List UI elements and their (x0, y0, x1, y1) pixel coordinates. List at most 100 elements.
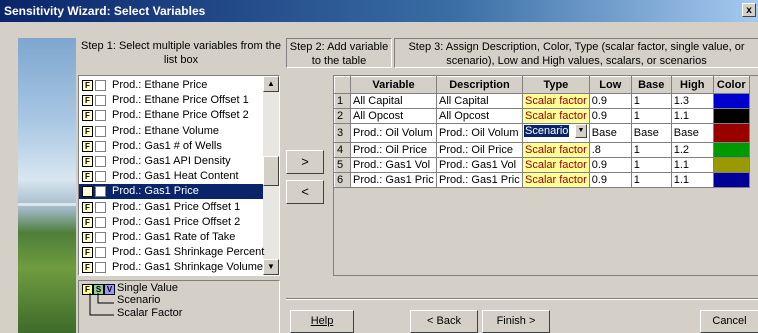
row-number[interactable]: 2 (334, 108, 351, 124)
high-cell[interactable]: 1.2 (670, 142, 714, 158)
list-item[interactable]: F Prod.: Gas1 Heat Content (79, 169, 263, 184)
base-cell[interactable]: 1 (630, 157, 672, 173)
color-cell[interactable] (712, 123, 750, 143)
list-item[interactable]: F Prod.: Ethane Price Offset 1 (79, 93, 263, 108)
color-cell[interactable] (712, 93, 750, 109)
list-item[interactable]: F Prod.: Gas1 API Density (79, 154, 263, 169)
table-row[interactable]: 6 Prod.: Gas1 Pric Prod.: Gas1 Pric Scalar … (334, 172, 750, 188)
checkbox[interactable] (95, 216, 106, 228)
high-cell[interactable]: 1.3 (670, 93, 714, 109)
close-icon[interactable]: x (742, 3, 756, 17)
description-cell[interactable]: All Opcost (436, 108, 523, 124)
variable-cell[interactable]: Prod.: Gas1 Pric (350, 172, 437, 188)
variables-grid[interactable]: Variable Description Type Low Base High Color … (333, 75, 758, 276)
table-row[interactable]: 4 Prod.: Oil Price Prod.: Oil Price Scalar … (334, 142, 750, 158)
description-cell[interactable]: Prod.: Oil Price (436, 142, 523, 158)
row-number[interactable]: 3 (334, 123, 351, 143)
color-cell[interactable] (712, 142, 750, 158)
variable-cell[interactable]: Prod.: Gas1 Vol (350, 157, 437, 173)
column-header[interactable]: High (670, 76, 714, 94)
checkbox[interactable] (95, 186, 106, 198)
column-header[interactable]: Color (712, 76, 750, 94)
description-cell[interactable]: Prod.: Oil Volum (436, 123, 523, 143)
column-header[interactable]: Base (630, 76, 672, 94)
listbox-scrollbar[interactable]: ▲ ▼ (263, 76, 279, 275)
column-header[interactable]: Variable (350, 76, 437, 94)
base-cell[interactable]: 1 (630, 108, 672, 124)
base-cell[interactable]: Base (630, 123, 672, 143)
high-cell[interactable]: 1.1 (670, 157, 714, 173)
color-cell[interactable] (712, 172, 750, 188)
column-header[interactable] (334, 76, 351, 94)
list-item[interactable]: F Prod.: Ethane Price Offset 2 (79, 108, 263, 123)
low-cell[interactable]: Base (588, 123, 632, 143)
low-cell[interactable]: 0.9 (588, 172, 632, 188)
column-header[interactable]: Low (588, 76, 632, 94)
list-item[interactable]: F Prod.: Gas1 Price Offset 2 (79, 215, 263, 230)
checkbox[interactable] (95, 171, 106, 183)
table-row[interactable]: 2 All Opcost All Opcost Scalar factor 0.9 1 1.… (334, 108, 750, 124)
checkbox[interactable] (95, 125, 106, 137)
checkbox[interactable] (95, 156, 106, 167)
list-item[interactable]: F Prod.: Gas1 Shrinkage Volume (79, 260, 263, 275)
checkbox[interactable] (95, 247, 106, 259)
high-cell[interactable]: 1.1 (670, 172, 714, 188)
checkbox[interactable] (95, 262, 106, 274)
list-item[interactable]: F Prod.: Gas1 # of Wells (79, 139, 263, 154)
description-cell[interactable]: All Capital (436, 93, 523, 109)
remove-variable-button[interactable]: < (286, 180, 324, 204)
base-cell[interactable]: 1 (630, 142, 672, 158)
variable-cell[interactable]: All Capital (350, 93, 437, 109)
chevron-down-icon[interactable]: ▼ (575, 124, 587, 138)
table-row[interactable]: 5 Prod.: Gas1 Vol Prod.: Gas1 Vol Scalar fa… (334, 157, 750, 173)
description-cell[interactable]: Prod.: Gas1 Pric (436, 172, 523, 188)
description-cell[interactable]: Prod.: Gas1 Vol (436, 157, 523, 173)
cancel-button[interactable]: Cancel (700, 310, 758, 333)
type-cell[interactable]: Scalar factor (522, 108, 590, 124)
table-row[interactable]: 1 All Capital All Capital Scalar factor 0.9 1… (334, 93, 750, 109)
row-number[interactable]: 5 (334, 157, 351, 173)
checkbox[interactable] (95, 140, 106, 152)
type-dropdown[interactable]: Scenario ▼ (522, 123, 590, 143)
type-cell[interactable]: Scalar factor (522, 157, 590, 173)
back-button[interactable]: < Back (410, 310, 478, 333)
high-cell[interactable]: Base (670, 123, 714, 143)
variable-listbox[interactable]: ▲ ▼ F Prod.: Ethane Price F Prod.: Ethane P… (78, 75, 280, 276)
list-item[interactable]: F Prod.: Gas1 Rate of Take (79, 230, 263, 245)
color-cell[interactable] (712, 108, 750, 124)
checkbox[interactable] (95, 201, 106, 213)
checkbox[interactable] (95, 95, 106, 107)
column-header[interactable]: Description (436, 76, 523, 94)
base-cell[interactable]: 1 (630, 172, 672, 188)
checkbox[interactable] (95, 110, 106, 122)
low-cell[interactable]: 0.9 (588, 93, 632, 109)
variable-cell[interactable]: Prod.: Oil Volum (350, 123, 437, 143)
row-number[interactable]: 6 (334, 172, 351, 188)
row-number[interactable]: 1 (334, 93, 351, 109)
list-item[interactable]: F Prod.: Gas1 Price Offset 1 (79, 200, 263, 215)
help-button[interactable]: Help (290, 310, 354, 333)
type-cell[interactable]: Scalar factor (522, 172, 590, 188)
scroll-thumb[interactable] (263, 156, 279, 186)
finish-button[interactable]: Finish > (482, 310, 550, 333)
list-item[interactable]: F Prod.: Gas1 Price (79, 184, 263, 200)
row-number[interactable]: 4 (334, 142, 351, 158)
column-header[interactable]: Type (522, 76, 590, 94)
low-cell[interactable]: 0.9 (588, 108, 632, 124)
list-item[interactable]: F Prod.: Ethane Volume (79, 124, 263, 139)
variables-table[interactable]: Variable Description Type Low Base High Color … (334, 76, 750, 188)
base-cell[interactable]: 1 (630, 93, 672, 109)
low-cell[interactable]: .8 (588, 142, 632, 158)
checkbox[interactable] (95, 80, 106, 91)
type-cell[interactable]: Scalar factor (522, 93, 590, 109)
scroll-up-icon[interactable]: ▲ (263, 76, 279, 92)
list-item[interactable]: F Prod.: Ethane Price (79, 78, 263, 93)
list-item[interactable]: F Prod.: Gas1 Shrinkage Percent (79, 245, 264, 260)
table-row[interactable]: 3 Prod.: Oil Volum Prod.: Oil Volum Scenari… (334, 123, 750, 143)
low-cell[interactable]: 0.9 (588, 157, 632, 173)
variable-cell[interactable]: All Opcost (350, 108, 437, 124)
add-variable-button[interactable]: > (286, 150, 324, 174)
type-cell[interactable]: Scalar factor (522, 142, 590, 158)
scroll-down-icon[interactable]: ▼ (263, 259, 279, 275)
variable-cell[interactable]: Prod.: Oil Price (350, 142, 437, 158)
